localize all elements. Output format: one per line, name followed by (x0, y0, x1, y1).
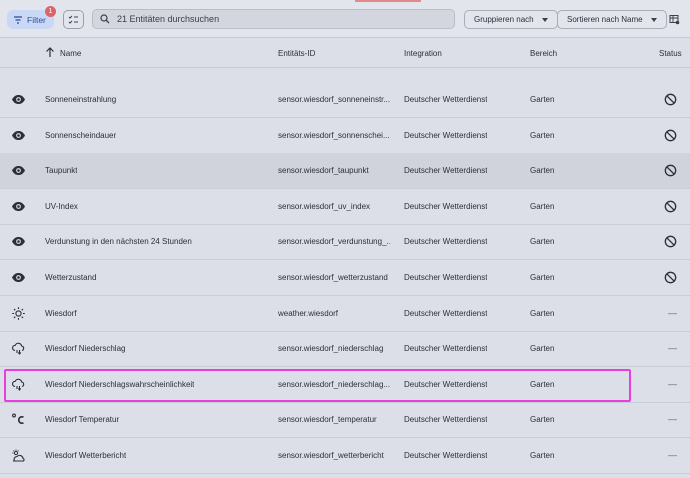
weather-partly-icon (11, 448, 26, 463)
area: Garten (530, 166, 555, 176)
integration: Deutscher Wetterdienst (404, 308, 488, 318)
entity-name: Wiesdorf Wetterbericht (45, 451, 127, 460)
disabled-icon (664, 271, 677, 284)
entity-name: Wiesdorf Temperatur (45, 415, 120, 425)
disabled-icon (664, 200, 677, 213)
integration: Deutscher Wetterdienst (404, 201, 488, 211)
integration: Deutscher Wetterdienst (404, 273, 488, 282)
filter-icon (14, 15, 22, 24)
celsius-icon (11, 412, 26, 427)
group-by-dropdown[interactable]: Gruppieren nach (464, 10, 558, 29)
column-header-area[interactable]: Bereich (530, 49, 557, 58)
entity-id: sensor.wiesdorf_sonneneinstr... (278, 95, 390, 104)
integration: Deutscher Wetterdienst (404, 415, 488, 425)
table-settings-button[interactable] (664, 10, 685, 29)
sun-icon (11, 306, 26, 321)
integration: Deutscher Wetterdienst (404, 451, 488, 460)
integration: Deutscher Wetterdienst (404, 237, 488, 247)
table-row[interactable]: Taupunkt sensor.wiesdorf_taupunkt Deutsche… (0, 153, 690, 190)
eye-icon (11, 92, 26, 107)
entity-name: UV-Index (45, 201, 78, 211)
table-row[interactable]: Sonneneinstrahlung sensor.wiesdorf_sonnen… (0, 82, 690, 118)
status-value: — (668, 450, 677, 460)
entity-id: sensor.wiesdorf_temperatur (278, 415, 377, 425)
column-header-status[interactable]: Status (659, 49, 682, 58)
entity-name: Sonneneinstrahlung (45, 95, 117, 104)
area: Garten (530, 95, 555, 104)
search-input[interactable] (117, 14, 437, 24)
integration: Deutscher Wetterdienst (404, 166, 488, 176)
area: Garten (530, 451, 555, 460)
selection-mode-button[interactable] (63, 10, 84, 29)
table-row[interactable]: Wiesdorf Wetterbericht sensor.wiesdorf_we… (0, 438, 690, 474)
table-row[interactable]: Wiesdorf weather.wiesdorf Deutscher Wetter… (0, 296, 690, 332)
table-settings-icon (669, 15, 680, 25)
entity-id: sensor.wiesdorf_uv_index (278, 201, 371, 211)
column-header-integration[interactable]: Integration (404, 49, 442, 58)
disabled-icon (664, 129, 677, 142)
table-row[interactable]: Wiesdorf Niederschlag sensor.wiesdorf_nie… (0, 331, 690, 368)
disabled-icon (664, 164, 677, 177)
search-field[interactable] (92, 9, 455, 29)
eye-icon (11, 163, 26, 178)
chevron-down-icon (650, 17, 657, 22)
entity-id: sensor.wiesdorf_sonnenschei... (278, 130, 390, 140)
cloud-rain-icon (11, 341, 26, 356)
status-value: — (668, 378, 677, 389)
integration: Deutscher Wetterdienst (404, 95, 488, 104)
entity-id: weather.wiesdorf (278, 308, 339, 318)
group-by-label: Gruppieren nach (474, 15, 534, 24)
status-value: — (668, 343, 677, 354)
eye-icon (11, 128, 26, 143)
table-row[interactable]: Sonnenscheindauer sensor.wiesdorf_sonnens… (0, 118, 690, 154)
area: Garten (530, 344, 555, 354)
sort-by-dropdown[interactable]: Sortieren nach Name (557, 10, 667, 29)
column-header-entity-id[interactable]: Entitäts-ID (278, 49, 315, 58)
table-row[interactable]: Wetterzustand sensor.wiesdorf_wetterzusta… (0, 260, 690, 296)
top-indicator (355, 0, 421, 2)
entity-id: sensor.wiesdorf_wetterbericht (278, 451, 384, 460)
table-row[interactable]: Wiesdorf Temperatur sensor.wiesdorf_tempe… (0, 402, 690, 439)
chevron-down-icon (541, 17, 548, 22)
status-value: — (668, 307, 677, 318)
eye-icon (11, 234, 26, 249)
integration: Deutscher Wetterdienst (404, 130, 488, 140)
table-row[interactable]: UV-Index sensor.wiesdorf_uv_index Deutsche… (0, 189, 690, 225)
entity-name: Verdunstung in den nächsten 24 Stunden (45, 237, 192, 247)
area: Garten (530, 237, 555, 247)
highlight-box (4, 369, 631, 402)
entity-name: Sonnenscheindauer (45, 130, 117, 140)
sort-ascending-icon[interactable] (45, 47, 55, 58)
entity-id: sensor.wiesdorf_niederschlag (278, 344, 384, 354)
toolbar: Filter 1 Gruppieren nach Sortieren nach … (0, 0, 690, 37)
table-header: Name Entitäts-ID Integration Bereich Sta… (0, 37, 690, 68)
area: Garten (530, 415, 555, 425)
sort-by-label: Sortieren nach Name (567, 15, 643, 24)
area: Garten (530, 201, 555, 211)
integration: Deutscher Wetterdienst (404, 344, 488, 354)
disabled-icon (664, 93, 677, 106)
eye-icon (11, 270, 26, 285)
checklist-icon (68, 15, 78, 24)
area: Garten (530, 130, 555, 140)
entity-id: sensor.wiesdorf_taupunkt (278, 166, 369, 176)
filter-count-badge: 1 (45, 6, 56, 17)
entity-name: Taupunkt (45, 166, 78, 176)
eye-icon (11, 199, 26, 214)
search-icon (100, 14, 110, 24)
status-value: — (668, 414, 677, 425)
entity-name: Wiesdorf Niederschlag (45, 344, 126, 354)
entity-name: Wiesdorf (45, 308, 77, 318)
area: Garten (530, 308, 555, 318)
column-header-name[interactable]: Name (60, 49, 81, 58)
filter-label: Filter (27, 14, 46, 25)
entity-id: sensor.wiesdorf_verdunstung_... (278, 237, 390, 247)
entity-id: sensor.wiesdorf_wetterzustand (278, 273, 388, 282)
area: Garten (530, 273, 555, 282)
entity-name: Wetterzustand (45, 273, 97, 282)
table-row[interactable]: Verdunstung in den nächsten 24 Stunden se… (0, 224, 690, 261)
disabled-icon (664, 235, 677, 248)
